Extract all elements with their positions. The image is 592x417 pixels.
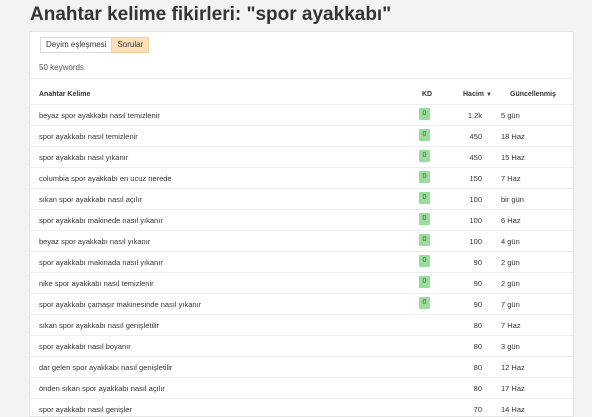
keyword-link[interactable]: beyaz spor ayakkabı nasıl yıkanır bbox=[39, 237, 150, 246]
table-row: beyaz spor ayakkabı nasıl temizlenir 0 1.2… bbox=[30, 104, 573, 125]
keyword-link[interactable]: spor ayakkabı nasıl temizlenir bbox=[39, 132, 138, 141]
updated-value: 7 Haz bbox=[501, 174, 521, 183]
keyword-link[interactable]: spor ayakkabı nasıl genişler bbox=[39, 405, 132, 414]
table-row: columbia spor ayakkabı en ucuz nerede 0 15… bbox=[30, 167, 573, 188]
page-title: Anahtar kelime fikirleri: "spor ayakkabı… bbox=[30, 4, 392, 25]
table-row: spor ayakkabı nasıl temizlenir 0 450 18 Haz bbox=[30, 125, 573, 146]
volume-value: 80 bbox=[473, 363, 482, 372]
updated-value: 7 Haz bbox=[501, 321, 521, 330]
updated-value: 2 gün bbox=[501, 258, 520, 267]
keyword-link[interactable]: dar gelen spor ayakkabı nasıl genişletil… bbox=[39, 363, 172, 372]
keyword-link[interactable]: nike spor ayakkabı nasıl temizlenir bbox=[39, 279, 154, 288]
column-header-volume[interactable]: Hacim ▼ bbox=[463, 91, 492, 98]
kd-badge: 0 bbox=[419, 297, 430, 309]
column-header-keyword[interactable]: Anahtar Kelime bbox=[39, 91, 90, 98]
kd-badge: 0 bbox=[419, 255, 430, 267]
volume-value: 450 bbox=[469, 153, 482, 162]
updated-value: 14 Haz bbox=[501, 405, 525, 414]
column-header-updated[interactable]: Güncellenmiş bbox=[510, 91, 556, 98]
updated-value: 6 Haz bbox=[501, 216, 521, 225]
kd-badge: 0 bbox=[419, 150, 430, 162]
table-row: sıkan spor ayakkabı nasıl genişletilir 80… bbox=[30, 314, 573, 335]
sort-desc-icon: ▼ bbox=[486, 92, 492, 98]
table-row: dar gelen spor ayakkabı nasıl genişletil… bbox=[30, 356, 573, 377]
table-row: nike spor ayakkabı nasıl temizlenir 0 90 2 … bbox=[30, 272, 573, 293]
volume-value: 100 bbox=[469, 195, 482, 204]
volume-value: 450 bbox=[469, 132, 482, 141]
table-row: spor ayakkabı nasıl yıkanır 0 450 15 Haz bbox=[30, 146, 573, 167]
volume-value: 90 bbox=[473, 279, 482, 288]
updated-value: 2 gün bbox=[501, 279, 520, 288]
table-row: sıkan spor ayakkabı nasıl açılır 0 100 bir … bbox=[30, 188, 573, 209]
volume-value: 90 bbox=[473, 300, 482, 309]
kd-badge: 0 bbox=[419, 171, 430, 183]
table-row: spor ayakkabı makinede nasıl yıkanır 0 100… bbox=[30, 209, 573, 230]
kd-badge: 0 bbox=[419, 234, 430, 246]
keyword-link[interactable]: spor ayakkabı nasıl boyanır bbox=[39, 342, 131, 351]
updated-value: 12 Haz bbox=[501, 363, 525, 372]
table-header: Anahtar Kelime KD Hacim ▼ Güncellenmiş bbox=[39, 89, 565, 103]
keyword-link[interactable]: columbia spor ayakkabı en ucuz nerede bbox=[39, 174, 172, 183]
tab-phrase-match[interactable]: Deyim eşleşmesi bbox=[40, 37, 113, 53]
keyword-link[interactable]: sıkan spor ayakkabı nasıl açılır bbox=[39, 195, 142, 204]
kd-badge: 0 bbox=[419, 129, 430, 141]
volume-value: 80 bbox=[473, 342, 482, 351]
volume-value: 1.2k bbox=[467, 111, 482, 120]
keyword-table-body: beyaz spor ayakkabı nasıl temizlenir 0 1.2… bbox=[30, 104, 573, 416]
table-row: beyaz spor ayakkabı nasıl yıkanır 0 100 4 g… bbox=[30, 230, 573, 251]
kd-badge: 0 bbox=[419, 192, 430, 204]
table-row: spor ayakkabı nasıl boyanır 80 3 gün bbox=[30, 335, 573, 356]
volume-value: 150 bbox=[469, 174, 482, 183]
keyword-ideas-panel: Deyim eşleşmesi Sorular 50 keywords Anah… bbox=[29, 31, 574, 417]
keyword-link[interactable]: spor ayakkabı çamaşır makinesinde nasıl … bbox=[39, 300, 201, 309]
updated-value: 7 gün bbox=[501, 300, 520, 309]
tab-questions[interactable]: Sorular bbox=[111, 37, 150, 53]
updated-value: 17 Haz bbox=[501, 384, 525, 393]
updated-value: 15 Haz bbox=[501, 153, 525, 162]
volume-value: 90 bbox=[473, 258, 482, 267]
volume-value: 80 bbox=[473, 384, 482, 393]
keyword-link[interactable]: beyaz spor ayakkabı nasıl temizlenir bbox=[39, 111, 160, 120]
kd-badge: 0 bbox=[419, 276, 430, 288]
column-header-kd[interactable]: KD bbox=[422, 91, 432, 98]
keyword-link[interactable]: sıkan spor ayakkabı nasıl genişletilir bbox=[39, 321, 159, 330]
keyword-count: 50 keywords bbox=[39, 63, 84, 72]
volume-value: 80 bbox=[473, 321, 482, 330]
updated-value: 3 gün bbox=[501, 342, 520, 351]
volume-value: 100 bbox=[469, 237, 482, 246]
updated-value: 4 gün bbox=[501, 237, 520, 246]
kd-badge: 0 bbox=[419, 213, 430, 225]
keyword-link[interactable]: önden sıkan spor ayakkabı nasıl açılır bbox=[39, 384, 165, 393]
tab-group: Deyim eşleşmesi Sorular bbox=[40, 37, 150, 53]
updated-value: bir gün bbox=[501, 195, 524, 204]
keyword-link[interactable]: spor ayakkabı makinede nasıl yıkanır bbox=[39, 216, 163, 225]
keyword-link[interactable]: spor ayakkabı nasıl yıkanır bbox=[39, 153, 128, 162]
kd-badge: 0 bbox=[419, 108, 430, 120]
updated-value: 5 gün bbox=[501, 111, 520, 120]
table-row: spor ayakkabı makinada nasıl yıkanır 0 90 2… bbox=[30, 251, 573, 272]
updated-value: 18 Haz bbox=[501, 132, 525, 141]
column-header-volume-label: Hacim bbox=[463, 91, 485, 98]
table-row: spor ayakkabı çamaşır makinesinde nasıl … bbox=[30, 293, 573, 314]
volume-value: 70 bbox=[473, 405, 482, 414]
table-row: önden sıkan spor ayakkabı nasıl açılır 80… bbox=[30, 377, 573, 398]
volume-value: 100 bbox=[469, 216, 482, 225]
table-row: spor ayakkabı nasıl genişler 70 14 Haz bbox=[30, 398, 573, 416]
divider bbox=[30, 78, 573, 79]
keyword-link[interactable]: spor ayakkabı makinada nasıl yıkanır bbox=[39, 258, 163, 267]
